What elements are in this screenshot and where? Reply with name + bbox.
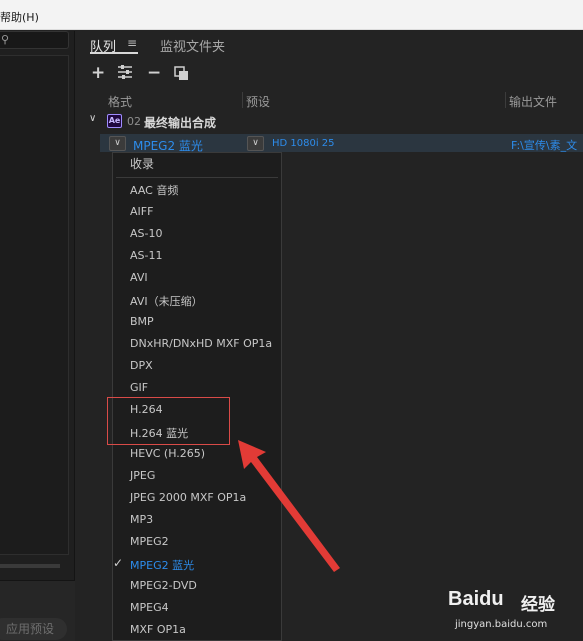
column-header-preset: 预设 — [246, 95, 271, 109]
format-dropdown-button[interactable]: ∨ — [109, 136, 126, 151]
dropdown-item[interactable]: GIF — [130, 381, 148, 394]
column-separator[interactable] — [505, 92, 506, 108]
queue-settings-icon[interactable] — [117, 64, 133, 80]
highlight-annotation-box — [107, 397, 230, 445]
dropdown-item[interactable]: BMP — [130, 315, 154, 328]
dropdown-item-selected[interactable]: MPEG2 蓝光 — [130, 557, 194, 573]
dropdown-item[interactable]: MXF OP1a — [130, 623, 186, 636]
dropdown-item[interactable]: AS-11 — [130, 249, 162, 262]
output-file-value[interactable]: F:\宣传\素_文 — [511, 137, 577, 153]
dropdown-item[interactable]: JPEG 2000 MXF OP1a — [130, 491, 246, 504]
dropdown-item[interactable]: MP3 — [130, 513, 153, 526]
checkmark-icon: ✓ — [113, 556, 124, 570]
dropdown-item[interactable]: AS-10 — [130, 227, 162, 240]
dropdown-item[interactable]: MPEG2 — [130, 535, 169, 548]
dropdown-item[interactable]: DPX — [130, 359, 153, 372]
tab-watch-folders[interactable]: 监视文件夹 — [160, 36, 225, 55]
preset-value[interactable]: HD 1080i 25 — [272, 138, 335, 149]
column-header-format: 格式 — [108, 95, 133, 109]
search-icon: ⚲ — [1, 33, 10, 46]
watermark-logo: Baidu — [448, 588, 504, 610]
menu-bar — [0, 0, 583, 30]
dropdown-item[interactable]: JPEG — [130, 469, 155, 482]
dropdown-item[interactable]: AIFF — [130, 205, 153, 218]
preset-dropdown-button[interactable]: ∨ — [247, 136, 264, 151]
dropdown-item[interactable]: AVI — [130, 271, 148, 284]
dropdown-item[interactable]: MPEG2-DVD — [130, 579, 197, 592]
after-effects-icon: Ae — [107, 114, 122, 128]
dropdown-item[interactable]: HEVC (H.265) — [130, 447, 205, 460]
dropdown-item[interactable]: DNxHR/DNxHD MXF OP1a — [130, 337, 272, 350]
dropdown-item[interactable]: MPEG4 — [130, 601, 169, 614]
dropdown-header-ingest[interactable]: 收录 — [130, 155, 154, 172]
dropdown-item[interactable]: AVI（未压缩） — [130, 293, 203, 309]
dropdown-divider — [116, 177, 278, 178]
group-number: 02 — [127, 115, 141, 128]
menu-help[interactable]: 帮助(H) — [0, 9, 39, 25]
watermark-text: 经验 — [521, 595, 555, 615]
active-tab-indicator — [90, 52, 138, 54]
remove-icon[interactable]: − — [147, 63, 161, 83]
duplicate-icon[interactable] — [174, 66, 190, 82]
group-title: 最终输出合成 — [144, 116, 217, 130]
column-separator[interactable] — [242, 92, 243, 108]
watermark-url: jingyan.baidu.com — [455, 619, 548, 630]
horizontal-scrollbar[interactable] — [0, 564, 60, 568]
preset-search-input[interactable]: ⚲ — [0, 31, 69, 49]
chevron-down-icon[interactable]: ∨ — [89, 113, 96, 124]
preset-browser-list[interactable] — [0, 55, 69, 555]
apply-preset-button[interactable]: 应用预设 — [0, 618, 67, 640]
column-header-output: 输出文件 — [509, 95, 558, 109]
panel-menu-icon[interactable]: ≡ — [127, 36, 137, 50]
arrow-annotation-icon — [238, 440, 340, 572]
dropdown-item[interactable]: AAC 音频 — [130, 182, 178, 198]
add-source-icon[interactable]: + — [91, 63, 105, 83]
